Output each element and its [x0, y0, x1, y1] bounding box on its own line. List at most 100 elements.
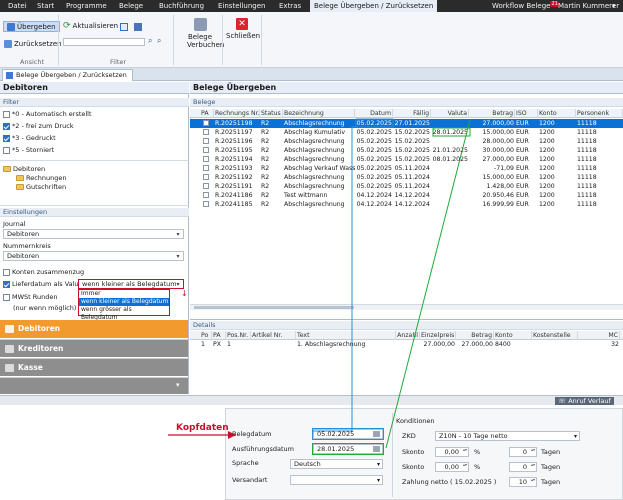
- scrollbar-thumb[interactable]: [194, 306, 354, 309]
- checkbox[interactable]: [3, 134, 10, 142]
- row-checkbox[interactable]: [202, 173, 212, 182]
- menu-start[interactable]: Start: [33, 0, 58, 12]
- col-faellig[interactable]: Fällig: [393, 109, 431, 118]
- user-dropdown-icon[interactable]: ▾: [612, 0, 616, 12]
- col-text[interactable]: Text: [296, 331, 396, 340]
- table-row[interactable]: 1 PX 1 1. Abschlagsrechnung 27.000,00 27…: [190, 340, 623, 349]
- journal-select[interactable]: Debitoren ▾: [3, 229, 184, 239]
- filter-item[interactable]: *2 - frei zum Druck: [3, 122, 74, 130]
- checkbox[interactable]: [3, 280, 10, 288]
- sprache-select[interactable]: Deutsch ▾: [290, 459, 383, 469]
- menu-programme[interactable]: Programme: [62, 0, 111, 12]
- table-row[interactable]: R.20251195 R2 Abschlagsrechnung 05.02.2025 1…: [190, 146, 623, 155]
- search-clear-icon[interactable]: ⌕: [157, 36, 161, 46]
- row-checkbox[interactable]: [202, 182, 212, 191]
- dropdown-option[interactable]: Immer: [79, 290, 169, 298]
- table-row[interactable]: R.20251193 R2 Abschlag Verkauf Wasse 05.02.…: [190, 164, 623, 173]
- zahlung-netto-days-stepper[interactable]: 10: [509, 477, 537, 487]
- filter-config-icon[interactable]: [134, 23, 142, 31]
- table-row[interactable]: R.20241186 R2 Test wittmann 04.12.2024 14.12…: [190, 191, 623, 200]
- checkbox[interactable]: [3, 268, 10, 276]
- nav-kasse[interactable]: Kasse: [0, 358, 188, 376]
- row-checkbox[interactable]: [202, 164, 212, 173]
- dropdown-option[interactable]: wenn grösser als Belegdatum: [79, 306, 169, 321]
- workflow-belege[interactable]: Workflow Belege21: [492, 0, 559, 12]
- col-betrag[interactable]: Betrag: [469, 109, 515, 118]
- checkbox[interactable]: [3, 146, 10, 154]
- skonto2-percent-stepper[interactable]: 0,00: [435, 462, 469, 472]
- search-binoculars-icon[interactable]: ⌕: [148, 36, 152, 46]
- col-rechnungs-nr[interactable]: Rechnungs Nr.: [214, 109, 260, 118]
- lieferdatum-select[interactable]: wenn kleiner als Belegdatum ▾: [78, 279, 184, 289]
- checkbox[interactable]: [3, 122, 10, 130]
- skonto1-percent-stepper[interactable]: 0,00: [435, 447, 469, 457]
- filter-item[interactable]: *0 - Automatisch erstellt: [3, 110, 92, 118]
- checkbox[interactable]: [3, 110, 10, 118]
- col-artikel-nr[interactable]: Artikel Nr.: [251, 331, 296, 340]
- menu-belege-uebergeben[interactable]: Belege Übergeben / Zurücksetzen: [310, 0, 438, 12]
- table-row[interactable]: R.20251196 R2 Abschlagsrechnung 05.02.2025 1…: [190, 137, 623, 146]
- col-po[interactable]: Po: [200, 331, 212, 340]
- checkbox[interactable]: [3, 293, 10, 301]
- table-row[interactable]: R.20251197 R2 Abschlag Kumulativ 05.02.2025…: [190, 128, 623, 137]
- tree-item-gutschriften[interactable]: Gutschriften: [16, 183, 66, 191]
- col-mc[interactable]: MC: [578, 331, 620, 340]
- filter-item[interactable]: *5 - Storniert: [3, 146, 54, 154]
- menu-einstellungen[interactable]: Einstellungen: [214, 0, 269, 12]
- nummernkreis-select[interactable]: Debitoren ▾: [3, 251, 184, 261]
- row-checkbox[interactable]: [202, 200, 212, 209]
- chevron-down-icon[interactable]: ▾: [176, 381, 180, 389]
- col-pa[interactable]: PA: [212, 331, 226, 340]
- dropdown-option-selected[interactable]: wenn kleiner als Belegdatum: [79, 298, 169, 306]
- col-personenkonto[interactable]: Personenk: [576, 109, 623, 118]
- uebergeben-button[interactable]: Übergeben: [3, 21, 60, 32]
- col-kostenstelle[interactable]: Kostenstelle: [532, 331, 578, 340]
- konten-zusammenzug-option[interactable]: Konten zusammenzug: [3, 268, 84, 276]
- table-row[interactable]: R.20251194 R2 Abschlagsrechnung 05.02.2025 1…: [190, 155, 623, 164]
- table-row[interactable]: R.20251198 R2 Abschlagsrechnung 05.02.2025 2…: [190, 119, 623, 128]
- col-konto[interactable]: Konto: [538, 109, 576, 118]
- col-status[interactable]: Status: [260, 109, 283, 118]
- lieferdatum-option[interactable]: Lieferdatum als Valuta: [3, 280, 85, 288]
- versandart-select[interactable]: ▾: [290, 475, 383, 485]
- menu-extras[interactable]: Extras: [275, 0, 305, 12]
- table-row[interactable]: R.20251191 R2 Abschlagsrechnung 05.02.2025 0…: [190, 182, 623, 191]
- calendar-icon[interactable]: [373, 446, 380, 452]
- belege-verbuchen-button[interactable]: Belege Verbuchen: [187, 18, 224, 49]
- aktualisieren-button[interactable]: ⟳ Aktualisieren: [63, 21, 118, 31]
- col-datum[interactable]: Datum: [355, 109, 393, 118]
- nav-debitoren[interactable]: Debitoren: [0, 320, 188, 338]
- col-einzelpreis[interactable]: Einzelpreis: [420, 331, 456, 340]
- row-checkbox[interactable]: [202, 119, 212, 128]
- zuruecksetzen-button[interactable]: Zurücksetzen: [4, 40, 62, 48]
- schliessen-button[interactable]: ✕ Schließen: [226, 18, 260, 40]
- row-checkbox[interactable]: [202, 137, 212, 146]
- tree-item-debitoren[interactable]: Debitoren: [3, 165, 45, 173]
- user-name[interactable]: Martin Kummerer: [558, 0, 619, 12]
- anruf-verlauf-button[interactable]: ☏ Anruf Verlauf: [555, 397, 614, 405]
- col-pa[interactable]: PA: [200, 109, 214, 118]
- table-row[interactable]: R.20251192 R2 Abschlagsrechnung 05.02.2025 0…: [190, 173, 623, 182]
- skonto1-days-stepper[interactable]: 0: [509, 447, 537, 457]
- col-konto[interactable]: Konto: [494, 331, 532, 340]
- row-checkbox[interactable]: [202, 155, 212, 164]
- table-row[interactable]: R.20241185 R2 Abschlagsrechnung 04.12.2024 1…: [190, 200, 623, 209]
- tree-item-rechnungen[interactable]: Rechnungen: [16, 174, 67, 182]
- belegdatum-field[interactable]: 05.02.2025: [312, 428, 384, 440]
- row-checkbox[interactable]: [202, 146, 212, 155]
- row-checkbox[interactable]: [202, 191, 212, 200]
- menu-belege[interactable]: Belege: [115, 0, 147, 12]
- horizontal-scrollbar[interactable]: [190, 304, 623, 310]
- menu-buchfuehrung[interactable]: Buchführung: [155, 0, 208, 12]
- zkd-select[interactable]: Z10N - 10 Tage netto ▾: [435, 431, 580, 441]
- checkbox-filter-icon[interactable]: [120, 23, 128, 31]
- nav-kreditoren[interactable]: Kreditoren: [0, 339, 188, 357]
- row-checkbox[interactable]: [202, 128, 212, 137]
- col-pos-nr[interactable]: Pos.Nr.: [226, 331, 251, 340]
- col-valuta[interactable]: Valuta: [431, 109, 469, 118]
- skonto2-days-stepper[interactable]: 0: [509, 462, 537, 472]
- filter-input[interactable]: [63, 38, 145, 46]
- col-bezeichnung[interactable]: Bezeichnung: [283, 109, 355, 118]
- menu-datei[interactable]: Datei: [4, 0, 31, 12]
- mwst-runden-option[interactable]: MWSt Runden: [3, 293, 57, 301]
